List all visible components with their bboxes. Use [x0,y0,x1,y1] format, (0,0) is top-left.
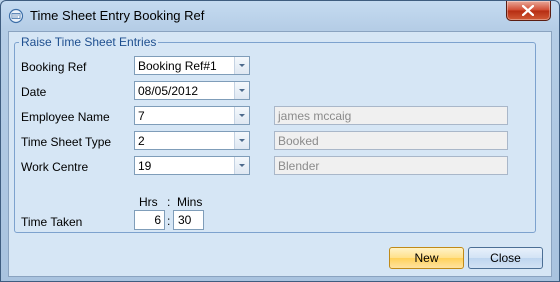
hours-input[interactable]: 6 [134,210,165,230]
chevron-down-icon [239,89,245,92]
work-centre-value: 19 [138,159,152,173]
window-title: Time Sheet Entry Booking Ref [30,8,205,23]
time-sheet-type-label: Time Sheet Type [21,135,112,149]
employee-combo[interactable]: 7 [134,106,250,125]
employee-value: 7 [138,109,145,123]
mins-label: Mins [177,195,203,209]
booking-ref-combo[interactable]: Booking Ref#1 [134,56,250,75]
chevron-down-icon [239,164,245,167]
employee-name-display: james mccaig [274,106,508,125]
date-label: Date [21,85,47,99]
title-bar[interactable]: Time Sheet Entry Booking Ref [1,1,559,31]
booking-ref-value: Booking Ref#1 [138,59,217,73]
work-centre-display: Blender [274,156,508,175]
date-dropdown-button[interactable] [234,82,249,99]
time-sheet-type-display: Booked [274,131,508,150]
chevron-down-icon [239,139,245,142]
employee-name-text: james mccaig [278,109,352,123]
window-close-button[interactable] [506,1,551,21]
work-centre-dropdown-button[interactable] [234,157,249,174]
time-sheet-type-dropdown-button[interactable] [234,132,249,149]
new-button[interactable]: New [389,247,464,269]
time-sheet-type-value: 2 [138,134,145,148]
group-title: Raise Time Sheet Entries [21,35,157,49]
chevron-down-icon [239,64,245,67]
booking-ref-label: Booking Ref [21,60,87,74]
work-centre-combo[interactable]: 19 [134,156,250,175]
time-separator: : [167,214,171,228]
time-taken-label: Time Taken [21,215,83,229]
employee-dropdown-button[interactable] [234,107,249,124]
dialog-window: Time Sheet Entry Booking Ref Raise Time … [0,0,560,282]
dialog-body: Raise Time Sheet Entries Booking Ref Boo… [8,31,552,277]
date-picker[interactable]: 08/05/2012 [134,81,250,100]
employee-name-label: Employee Name [21,110,110,124]
time-separator-header: : [167,195,171,209]
hours-value: 6 [154,213,161,227]
minutes-value: 30 [178,213,192,227]
chevron-down-icon [239,114,245,117]
close-button[interactable]: Close [468,247,543,269]
booking-ref-dropdown-button[interactable] [234,57,249,74]
minutes-input[interactable]: 30 [173,210,204,230]
date-value: 08/05/2012 [138,84,199,98]
time-sheet-type-combo[interactable]: 2 [134,131,250,150]
work-centre-text: Blender [278,159,320,173]
work-centre-label: Work Centre [21,160,89,174]
time-sheet-type-text: Booked [278,134,319,148]
close-icon [522,5,534,16]
hrs-label: Hrs [139,195,158,209]
app-icon [8,8,24,24]
